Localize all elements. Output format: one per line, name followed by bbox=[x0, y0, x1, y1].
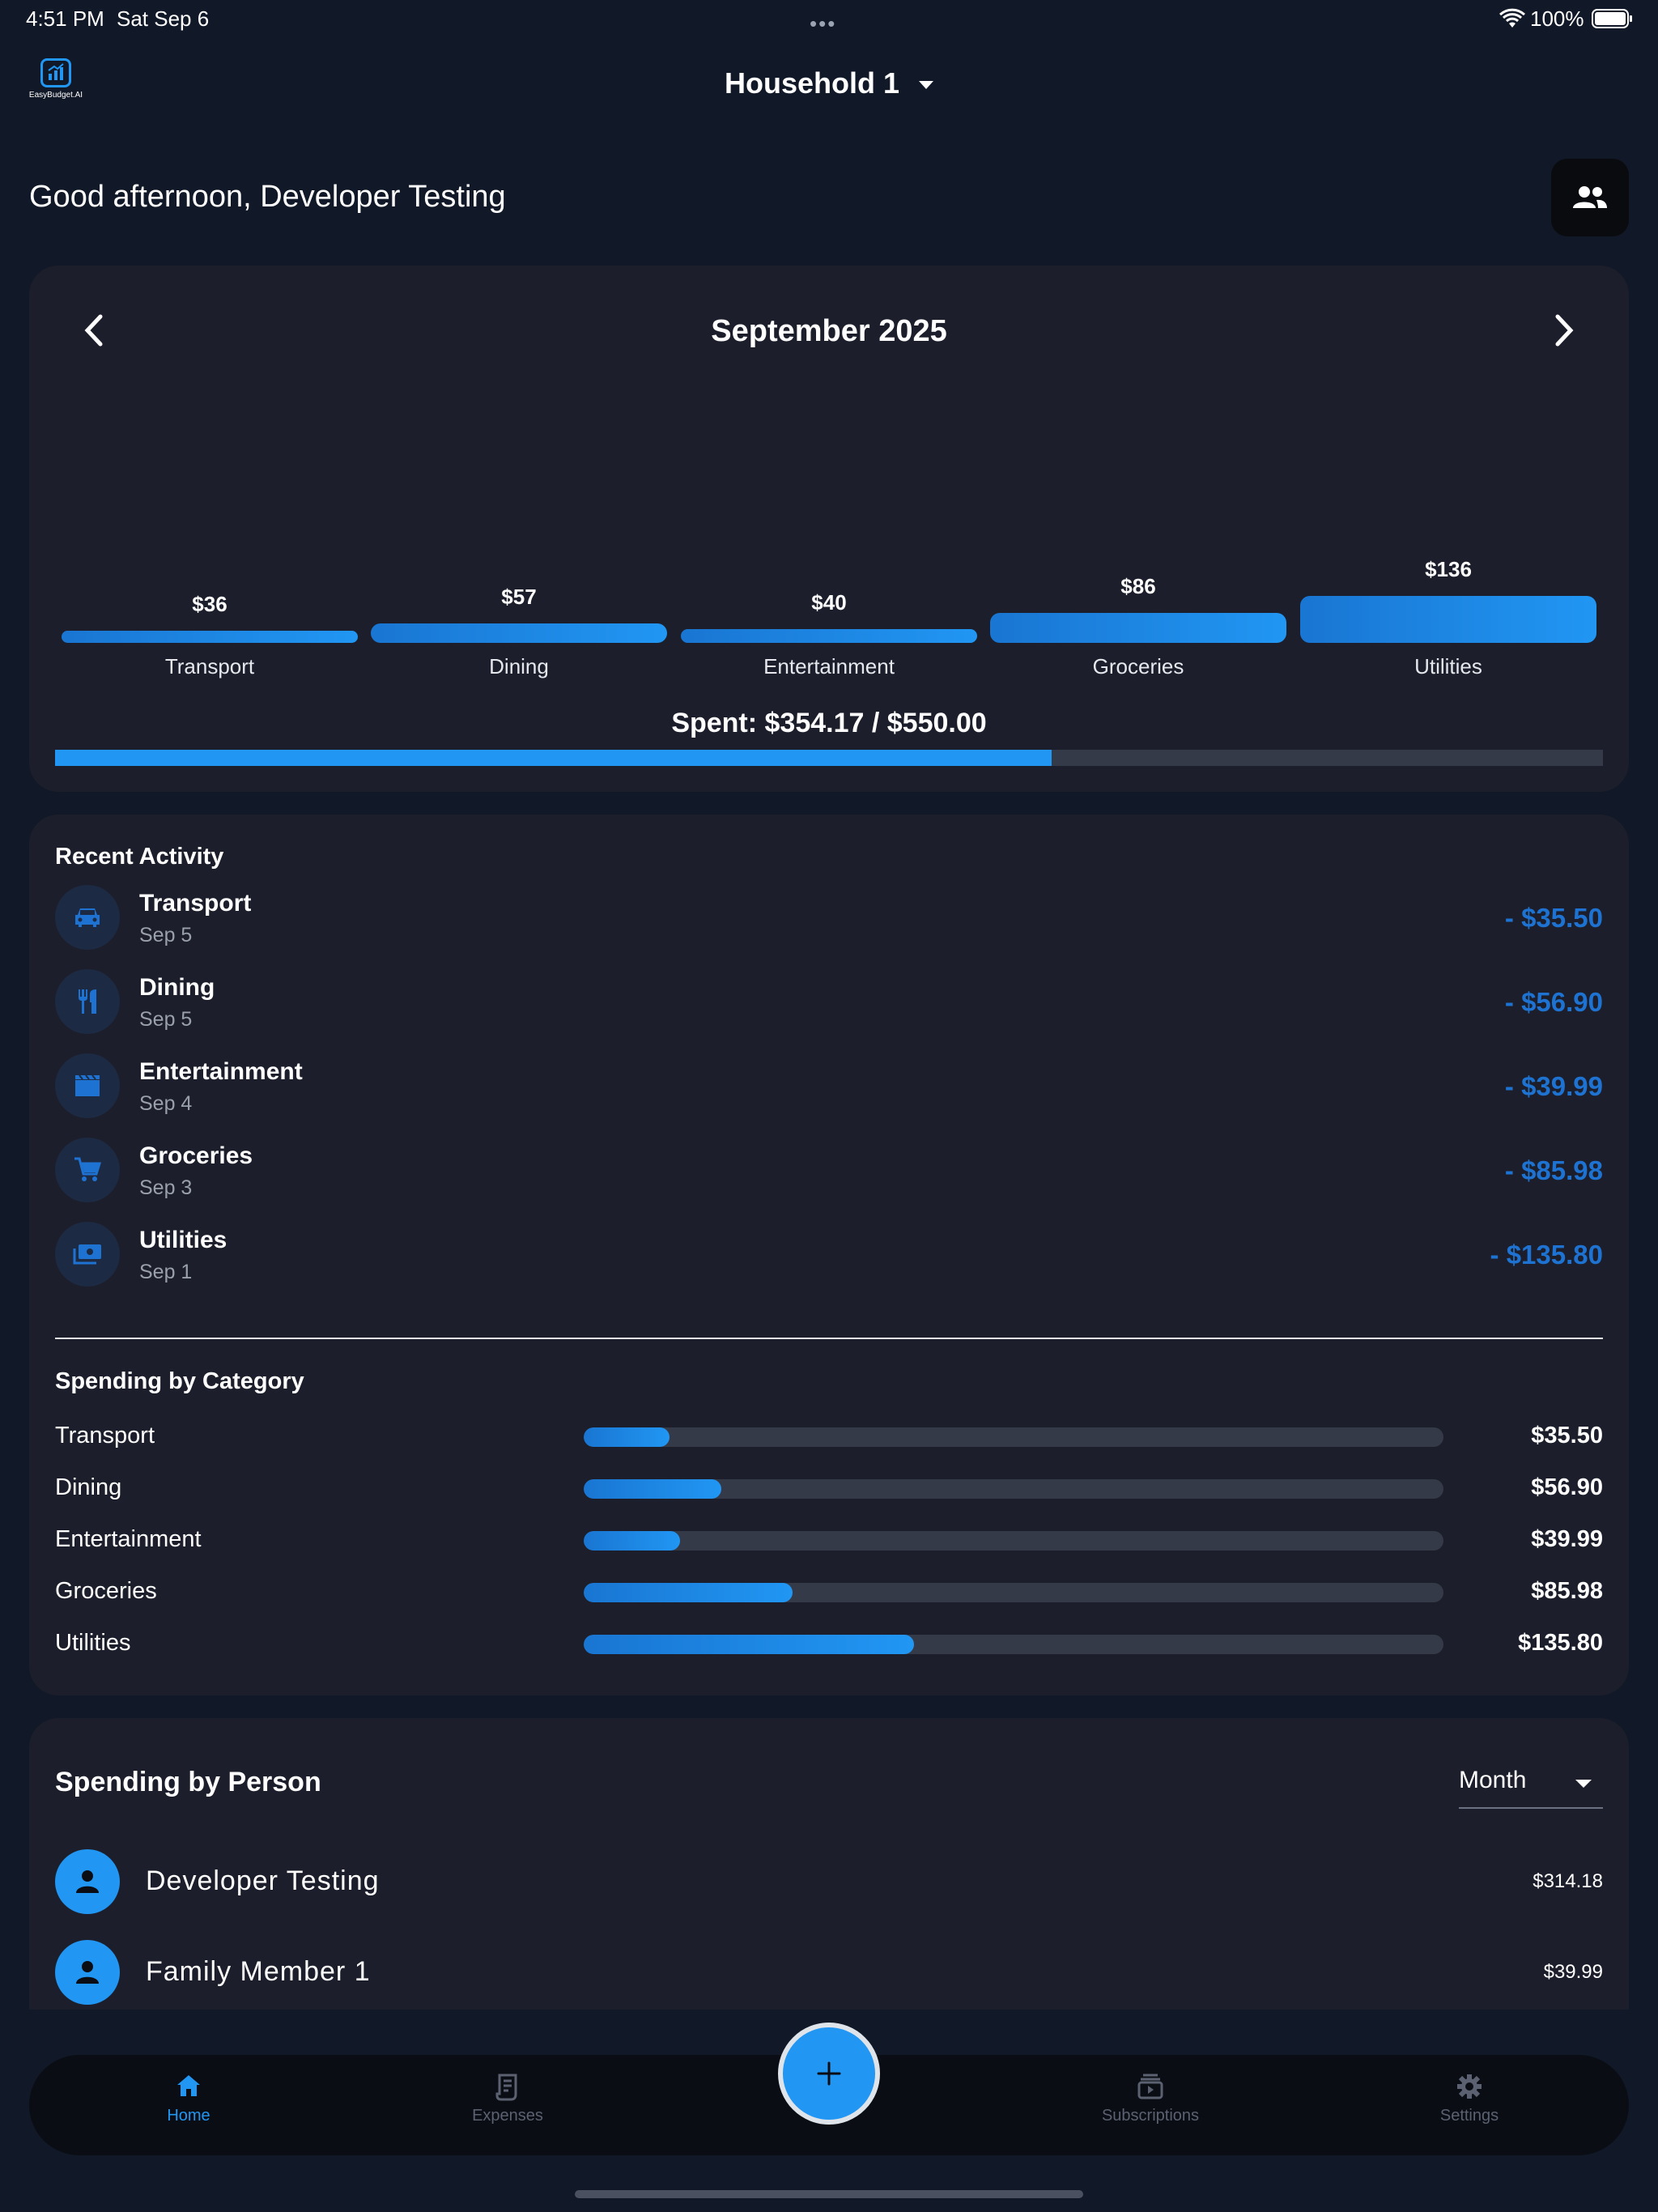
category-progress-bar bbox=[584, 1427, 1443, 1447]
category-progress-fill bbox=[584, 1583, 793, 1602]
activity-date: Sep 5 bbox=[139, 1008, 193, 1031]
category-row: Groceries $85.98 bbox=[55, 1576, 1603, 1609]
clapperboard-icon bbox=[55, 1053, 120, 1118]
activity-name: Entertainment bbox=[139, 1058, 303, 1085]
category-progress-fill bbox=[584, 1479, 721, 1499]
person-icon bbox=[55, 1940, 120, 2005]
category-name: Transport bbox=[55, 1423, 155, 1448]
budget-progress-fill bbox=[55, 750, 1052, 766]
caret-down-icon bbox=[919, 81, 934, 90]
status-time: 4:51 PM bbox=[26, 6, 104, 31]
add-expense-button[interactable] bbox=[778, 2023, 880, 2125]
activity-name: Transport bbox=[139, 890, 252, 917]
category-amount: $85.98 bbox=[1531, 1578, 1603, 1604]
spending-by-category-title: Spending by Category bbox=[55, 1368, 304, 1394]
tab-subscriptions[interactable]: Subscriptions bbox=[1069, 2073, 1231, 2125]
category-row: Entertainment $39.99 bbox=[55, 1525, 1603, 1557]
category-progress-bar bbox=[584, 1479, 1443, 1499]
person-name: Family Member 1 bbox=[146, 1956, 371, 1987]
category-name: Utilities bbox=[55, 1630, 131, 1656]
activity-date: Sep 3 bbox=[139, 1176, 193, 1199]
person-row[interactable]: Family Member 1 $39.99 bbox=[55, 1940, 1603, 2005]
money-icon bbox=[55, 1222, 120, 1287]
budget-progress-bar bbox=[55, 750, 1603, 766]
category-name: Dining bbox=[55, 1474, 122, 1500]
category-row: Dining $56.90 bbox=[55, 1473, 1603, 1505]
spent-total: Spent: $354.17 / $550.00 bbox=[671, 708, 987, 738]
person-amount: $314.18 bbox=[1533, 1870, 1603, 1892]
category-progress-fill bbox=[584, 1531, 680, 1551]
activity-name: Groceries bbox=[139, 1142, 253, 1169]
category-amount: $35.50 bbox=[1531, 1423, 1603, 1448]
status-date: Sat Sep 6 bbox=[117, 6, 210, 31]
category-progress-bar bbox=[584, 1583, 1443, 1602]
category-row: Utilities $135.80 bbox=[55, 1628, 1603, 1661]
category-amount: $135.80 bbox=[1518, 1630, 1603, 1656]
plus-icon bbox=[817, 2061, 841, 2086]
wifi-icon bbox=[1499, 8, 1526, 29]
tab-label: Expenses bbox=[472, 2107, 543, 2125]
tab-label: Home bbox=[167, 2107, 210, 2125]
activity-amount: - $56.90 bbox=[1504, 987, 1603, 1017]
recent-activity-title: Recent Activity bbox=[55, 844, 224, 870]
activity-amount: - $135.80 bbox=[1490, 1240, 1603, 1270]
category-progress-fill bbox=[584, 1635, 914, 1654]
person-icon bbox=[55, 1849, 120, 1914]
car-icon bbox=[55, 885, 120, 950]
activity-row[interactable]: Utilities Sep 1 - $135.80 bbox=[55, 1222, 1603, 1287]
household-members-button[interactable] bbox=[1551, 159, 1629, 236]
activity-name: Dining bbox=[139, 974, 215, 1001]
period-dropdown[interactable]: Month bbox=[1459, 1762, 1603, 1809]
category-amount: $56.90 bbox=[1531, 1474, 1603, 1500]
utensils-icon bbox=[55, 969, 120, 1034]
tab-label: Subscriptions bbox=[1101, 2107, 1200, 2125]
next-month-button[interactable] bbox=[1540, 306, 1588, 355]
household-selector[interactable]: Household 1 bbox=[0, 66, 1658, 100]
category-progress-bar bbox=[584, 1531, 1443, 1551]
person-amount: $39.99 bbox=[1543, 1961, 1603, 1983]
tab-expenses[interactable]: Expenses bbox=[427, 2073, 589, 2125]
activity-date: Sep 1 bbox=[139, 1261, 193, 1283]
activity-name: Utilities bbox=[139, 1227, 227, 1253]
activity-row[interactable]: Dining Sep 5 - $56.90 bbox=[55, 969, 1603, 1034]
gear-icon bbox=[1388, 2073, 1550, 2102]
activity-date: Sep 4 bbox=[139, 1092, 193, 1115]
category-amount: $39.99 bbox=[1531, 1526, 1603, 1552]
greeting: Good afternoon, Developer Testing bbox=[29, 180, 506, 214]
activity-row[interactable]: Transport Sep 5 - $35.50 bbox=[55, 885, 1603, 950]
section-divider bbox=[55, 1338, 1603, 1339]
activity-row[interactable]: Entertainment Sep 4 - $39.99 bbox=[55, 1053, 1603, 1118]
activity-date: Sep 5 bbox=[139, 924, 193, 946]
month-title: September 2025 bbox=[711, 314, 947, 348]
people-icon bbox=[1573, 186, 1607, 208]
spending-by-person-title: Spending by Person bbox=[55, 1767, 321, 1797]
caret-down-icon bbox=[1575, 1780, 1592, 1788]
subscriptions-icon bbox=[1069, 2073, 1231, 2102]
tab-label: Settings bbox=[1439, 2107, 1499, 2125]
category-name: Entertainment bbox=[55, 1526, 202, 1552]
category-name: Groceries bbox=[55, 1578, 157, 1604]
person-name: Developer Testing bbox=[146, 1865, 380, 1896]
tab-home[interactable]: Home bbox=[108, 2073, 270, 2125]
category-progress-bar bbox=[584, 1635, 1443, 1654]
category-row: Transport $35.50 bbox=[55, 1421, 1603, 1453]
period-value: Month bbox=[1459, 1767, 1527, 1793]
activity-amount: - $35.50 bbox=[1504, 903, 1603, 933]
activity-row[interactable]: Groceries Sep 3 - $85.98 bbox=[55, 1138, 1603, 1202]
home-icon bbox=[108, 2073, 270, 2102]
activity-amount: - $85.98 bbox=[1504, 1155, 1603, 1185]
household-name: Household 1 bbox=[724, 66, 899, 100]
activity-amount: - $39.99 bbox=[1504, 1071, 1603, 1101]
receipt-icon bbox=[427, 2073, 589, 2102]
multitasking-dots-icon[interactable]: ••• bbox=[810, 11, 836, 36]
battery-percent: 100% bbox=[1530, 6, 1584, 31]
chevron-right-icon bbox=[1555, 314, 1574, 347]
category-progress-fill bbox=[584, 1427, 670, 1447]
cart-icon bbox=[55, 1138, 120, 1202]
person-row[interactable]: Developer Testing $314.18 bbox=[55, 1849, 1603, 1914]
home-indicator bbox=[575, 2190, 1083, 2198]
tab-settings[interactable]: Settings bbox=[1388, 2073, 1550, 2125]
battery-icon bbox=[1592, 8, 1634, 29]
